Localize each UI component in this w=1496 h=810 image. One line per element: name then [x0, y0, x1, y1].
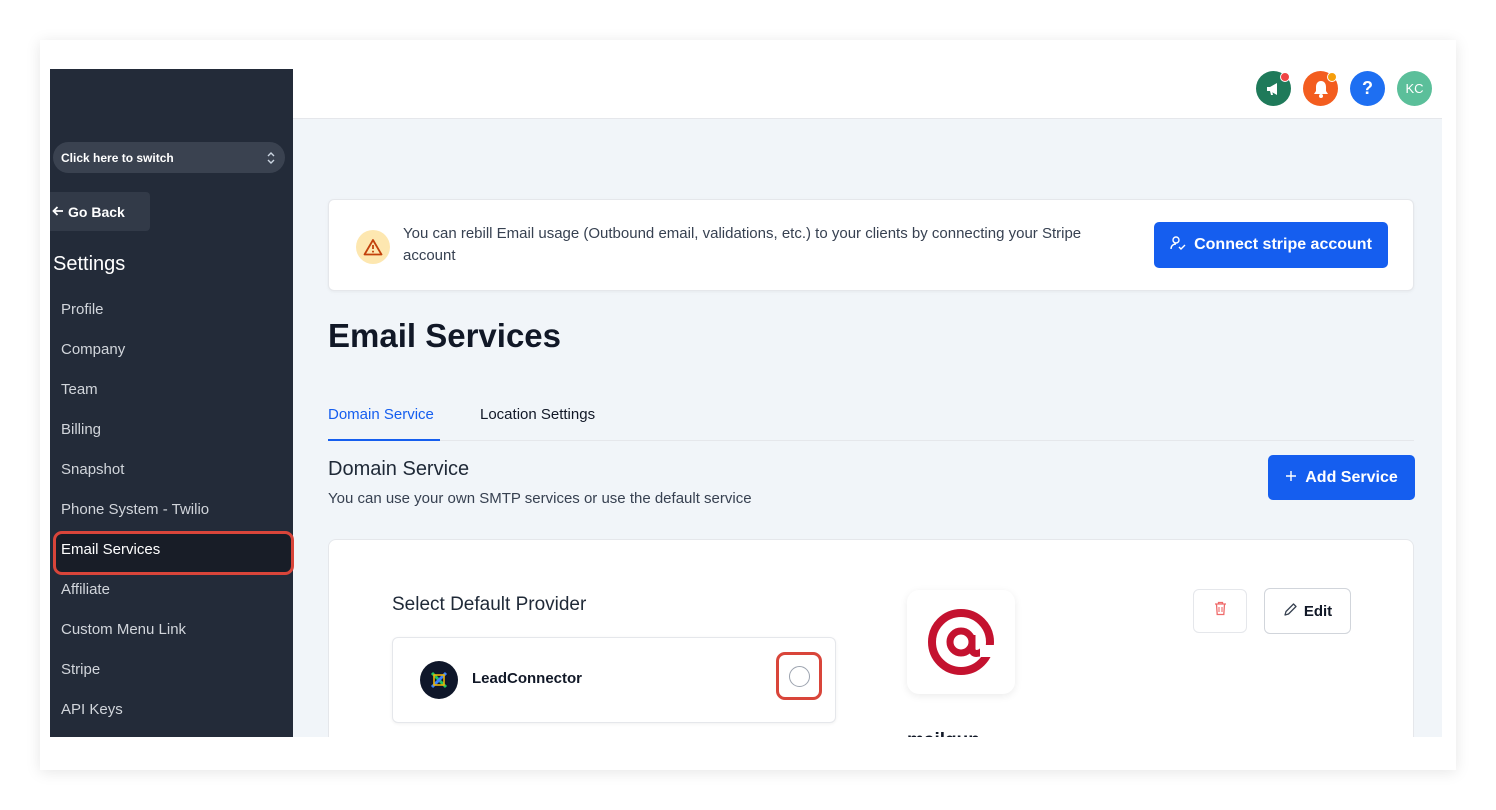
mailgun-logo — [907, 590, 1015, 694]
sidebar-item-custom-menu-link[interactable]: Custom Menu Link — [50, 609, 293, 649]
connect-stripe-label: Connect stripe account — [1194, 236, 1372, 253]
mailgun-at-icon — [928, 609, 994, 675]
edit-label: Edit — [1303, 602, 1333, 620]
sidebar-item-team[interactable]: Team — [50, 369, 293, 409]
go-back-label: Go Back — [68, 203, 125, 220]
banner-message: You can rebill Email usage (Outbound ema… — [403, 225, 1082, 264]
provider-radio-highlight[interactable] — [776, 652, 822, 700]
pencil-icon — [1283, 602, 1298, 621]
provider-radio[interactable] — [788, 665, 810, 687]
notification-dot — [1327, 72, 1337, 82]
account-switcher-label: Click here to switch — [61, 150, 174, 165]
sidebar-item-email-services[interactable]: Email Services — [50, 529, 294, 575]
avatar[interactable]: KC — [1397, 71, 1432, 106]
sidebar-item-api-keys[interactable]: API Keys — [50, 689, 293, 729]
go-back-button[interactable]: Go Back — [50, 192, 150, 231]
warning-icon — [356, 230, 390, 264]
megaphone-icon[interactable] — [1256, 71, 1291, 106]
sidebar-item-billing[interactable]: Billing — [50, 409, 293, 449]
connect-stripe-button[interactable]: Connect stripe account — [1154, 222, 1388, 268]
settings-nav: Profile Company Team Billing Snapshot Ph… — [50, 289, 294, 729]
sidebar-item-snapshot[interactable]: Snapshot — [50, 449, 293, 489]
mailgun-name: mailgun — [907, 730, 980, 737]
provider-card: Select Default Provider LeadConnector Ed… — [328, 539, 1414, 737]
trash-icon — [1214, 601, 1227, 621]
tab-domain-service[interactable]: Domain Service — [328, 406, 440, 441]
notification-dot — [1280, 72, 1290, 82]
provider-option-leadconnector[interactable]: LeadConnector — [392, 637, 836, 723]
sidebar-item-company[interactable]: Company — [50, 329, 293, 369]
sidebar: Click here to switch Go Back Settings Pr… — [50, 69, 294, 737]
section-subtitle: You can use your own SMTP services or us… — [328, 490, 752, 507]
stripe-rebill-banner: You can rebill Email usage (Outbound ema… — [328, 199, 1414, 291]
sidebar-item-profile[interactable]: Profile — [50, 289, 293, 329]
delete-button[interactable] — [1193, 589, 1247, 633]
account-switcher[interactable]: Click here to switch — [53, 142, 285, 173]
arrow-left-icon — [52, 204, 64, 220]
user-link-icon — [1170, 235, 1186, 256]
provider-name: LeadConnector — [472, 670, 583, 687]
select-provider-title: Select Default Provider — [392, 594, 587, 615]
page-title: Email Services — [328, 317, 561, 354]
section-title: Domain Service — [328, 458, 470, 480]
sidebar-item-stripe[interactable]: Stripe — [50, 649, 293, 689]
edit-button[interactable]: Edit — [1264, 588, 1351, 634]
top-header: ? KC — [293, 69, 1442, 119]
plus-icon — [1285, 469, 1297, 487]
tab-bar: Domain Service Location Settings — [328, 406, 1414, 441]
app-window: Click here to switch Go Back Settings Pr… — [50, 69, 1442, 737]
chevron-updown-icon — [267, 151, 275, 165]
sidebar-item-affiliate[interactable]: Affiliate — [50, 569, 293, 609]
settings-heading: Settings — [53, 253, 126, 275]
add-service-label: Add Service — [1305, 468, 1398, 486]
bell-icon[interactable] — [1303, 71, 1338, 106]
add-service-button[interactable]: Add Service — [1268, 455, 1415, 500]
main-content: You can rebill Email usage (Outbound ema… — [293, 119, 1442, 737]
help-icon[interactable]: ? — [1350, 71, 1385, 106]
sidebar-item-phone-system[interactable]: Phone System - Twilio — [50, 489, 293, 529]
leadconnector-logo-icon — [420, 661, 458, 699]
tab-location-settings[interactable]: Location Settings — [480, 406, 620, 441]
